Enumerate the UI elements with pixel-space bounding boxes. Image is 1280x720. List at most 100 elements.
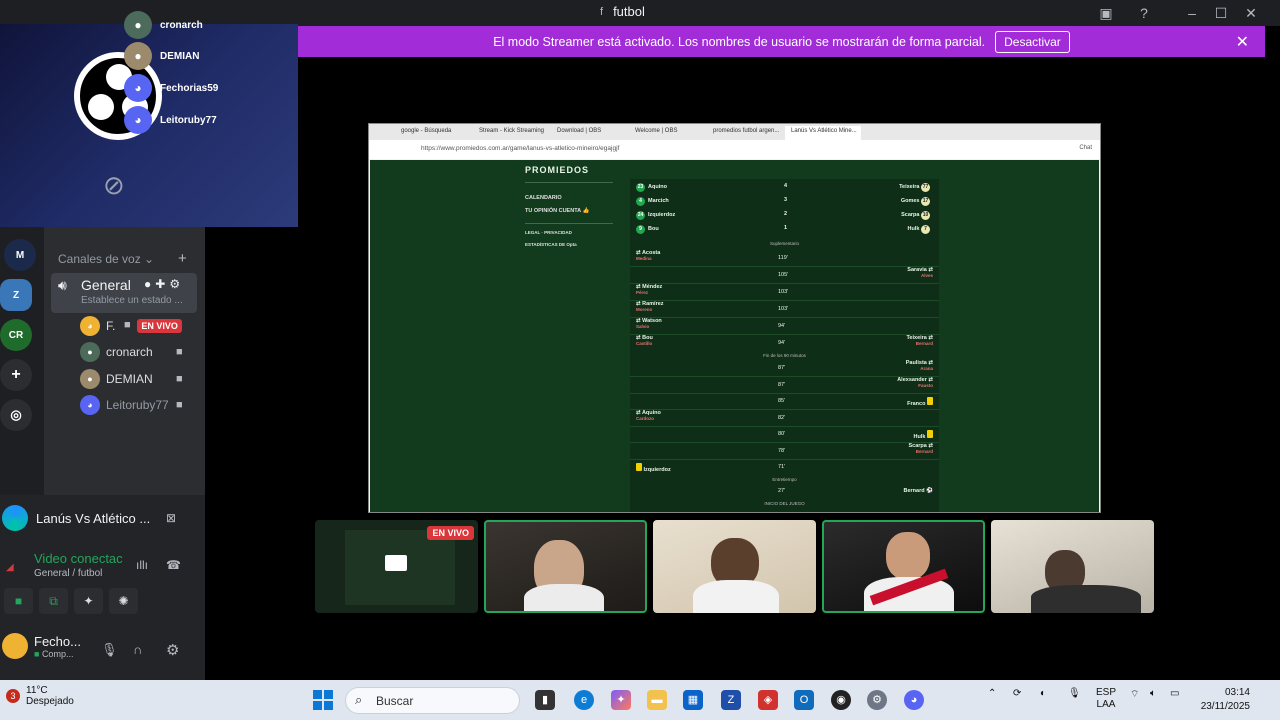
mic-icon[interactable]: 🎙︎ (1068, 688, 1081, 699)
deactivate-streamer-button[interactable]: Desactivar (995, 30, 1070, 53)
event-row: ⇄ Watson Salvio 94' (630, 318, 939, 335)
store-icon[interactable]: ▦ (683, 690, 703, 710)
taskbar-search[interactable]: ⌕ Buscar (345, 687, 520, 714)
participant-video[interactable] (484, 520, 647, 613)
activity-card[interactable]: Lanús Vs Atlético ... (2, 505, 150, 531)
minimize-button[interactable]: – (1182, 4, 1202, 22)
discord-icon[interactable]: ◕ (904, 690, 924, 710)
menu-item[interactable]: CALENDARIO (525, 195, 562, 201)
activities-button[interactable]: ✦ (74, 588, 103, 614)
microphone-icon[interactable]: 🎙︎ (101, 642, 118, 658)
sync-icon[interactable]: ⟳ (1013, 688, 1021, 699)
browser-url[interactable]: https://www.promiedos.com.ar/game/lanus-… (369, 140, 1100, 159)
gear-icon[interactable]: ⚙ (169, 277, 180, 291)
disconnect-icon[interactable]: ☎ (166, 558, 181, 572)
server-icon[interactable]: CR (0, 319, 32, 351)
obs-icon[interactable]: ◉ (831, 690, 851, 710)
task-view-icon[interactable]: ▮ (535, 690, 555, 710)
stop-share-icon[interactable]: ⊠ (166, 511, 176, 525)
camera-button[interactable]: ■ (4, 588, 33, 614)
settings-icon[interactable]: ⚙ (166, 641, 179, 659)
avatar: ● (124, 11, 152, 39)
speaker-icon: 🔊︎ (58, 277, 67, 293)
event-row: ⇄ Aquino Cardozo 82' (630, 410, 939, 427)
voice-channel-path[interactable]: General / futbol (34, 568, 102, 579)
voice-user[interactable]: ● cronarch (80, 342, 153, 362)
chevron-up-icon[interactable]: ⌃ (988, 688, 996, 699)
participant-video[interactable] (991, 520, 1154, 613)
discord-icon: ◕ (124, 74, 152, 102)
antivirus-icon[interactable]: ◈ (758, 690, 778, 710)
maximize-button[interactable]: ☐ (1211, 4, 1231, 22)
avatar: ◕ (80, 316, 100, 336)
video-icon: ■ (176, 373, 183, 385)
yellow-card-icon (636, 463, 642, 471)
menu-item[interactable]: ESTADÍSTICAS DE Opta (525, 242, 577, 247)
soundboard-button[interactable]: ✺ (109, 588, 138, 614)
app-icon[interactable]: Z (721, 690, 741, 710)
outlook-icon[interactable]: O (794, 690, 814, 710)
add-server-icon[interactable]: + (0, 359, 32, 391)
avatar: ● (80, 342, 100, 362)
event-row: 87' Alexsander ⇄ Fausto (630, 377, 939, 394)
server-icon[interactable]: M (4, 239, 36, 271)
participant-video[interactable] (653, 520, 816, 613)
event-row: ⇄ Ramírez Moreno 103' (630, 301, 939, 318)
channel-name: General (81, 277, 131, 293)
monitor-icon (385, 555, 407, 571)
weather-widget[interactable]: 3 11°C Despejado (6, 685, 74, 707)
voice-user[interactable]: ◕ Leitoruby77 (80, 395, 169, 415)
browser-tab[interactable]: promedios futbol argen... (707, 126, 783, 140)
participant-video[interactable] (822, 520, 985, 613)
browser-tabs: google - Búsqueda Stream - Kick Streamin… (369, 124, 1100, 140)
avatar: ◕ (80, 395, 100, 415)
menu-item[interactable]: LEGAL · PRIVACIDAD (525, 230, 572, 235)
start-button[interactable] (313, 690, 333, 710)
user-panel[interactable]: Fecho... ■ Comp... (2, 633, 81, 659)
file-explorer-icon[interactable]: ▬ (647, 690, 667, 710)
browser-tab[interactable]: Download | OBS (551, 126, 627, 140)
divider-label: Suplementario (769, 241, 800, 246)
help-icon[interactable]: ? (1134, 4, 1154, 22)
volume-icon[interactable]: 🔈︎ (1150, 688, 1156, 699)
screen-share-button[interactable]: ⧉ (39, 588, 68, 614)
close-window-button[interactable]: ✕ (1241, 4, 1261, 22)
voice-user[interactable]: ◕ F. EN VIVO (80, 316, 182, 336)
channel-title: futbol (613, 4, 645, 19)
event-row: ⇄ Acosta Medina 119' (630, 250, 939, 267)
event-row: 80' Hulk (630, 427, 939, 443)
browser-tab-active[interactable]: Lanús Vs Atlético Mine... (785, 126, 861, 140)
server-icon[interactable]: Z (0, 279, 32, 311)
channel-status[interactable]: Establece un estado ... (81, 295, 183, 306)
voice-user[interactable]: ● DEMIAN (80, 369, 153, 389)
inbox-icon[interactable]: ▣ (1096, 4, 1116, 22)
chat-icon[interactable]: ● (144, 277, 151, 291)
close-banner-icon[interactable]: ✕ (1236, 32, 1249, 52)
add-channel-icon[interactable]: + (178, 250, 187, 267)
invite-icon[interactable]: ✚ (155, 277, 165, 291)
voice-category[interactable]: Canales de voz ⌄ (58, 252, 154, 266)
copilot-icon[interactable]: ✦ (611, 690, 631, 710)
live-badge: EN VIVO (137, 319, 182, 333)
browser-tab[interactable]: google - Búsqueda (395, 126, 471, 140)
clock[interactable]: 03:14 23/11/2025 (1198, 686, 1250, 714)
screen-share-stream[interactable]: google - Búsqueda Stream - Kick Streamin… (368, 123, 1101, 513)
browser-tab[interactable]: Stream - Kick Streaming (473, 126, 549, 140)
penalty-row: 4 Marcich 3 Gomes 17 (630, 197, 939, 211)
language-indicator[interactable]: ESP LAA (1096, 687, 1116, 711)
menu-item[interactable]: TU OPINIÓN CUENTA 👍 (525, 208, 589, 214)
edge-icon[interactable]: e (574, 690, 594, 710)
settings-icon[interactable]: ⚙ (867, 690, 887, 710)
channel-hash-icon: f (600, 5, 604, 18)
noise-icon[interactable]: ıllı (136, 558, 148, 572)
avatar: ● (124, 42, 152, 70)
defender-icon[interactable]: ◐ (1040, 688, 1046, 699)
copilot-chat[interactable]: Chat (1079, 145, 1092, 151)
explore-icon[interactable]: ◎ (0, 399, 32, 431)
headphones-icon[interactable]: ∩ (133, 642, 142, 657)
wifi-icon[interactable]: ⌔ (1130, 688, 1139, 701)
streamer-mode-banner: El modo Streamer está activado. Los nomb… (298, 26, 1265, 57)
browser-tab[interactable]: Welcome | OBS (629, 126, 705, 140)
battery-icon[interactable]: ▭ (1170, 688, 1179, 699)
stream-tile[interactable]: EN VIVO (315, 520, 478, 613)
